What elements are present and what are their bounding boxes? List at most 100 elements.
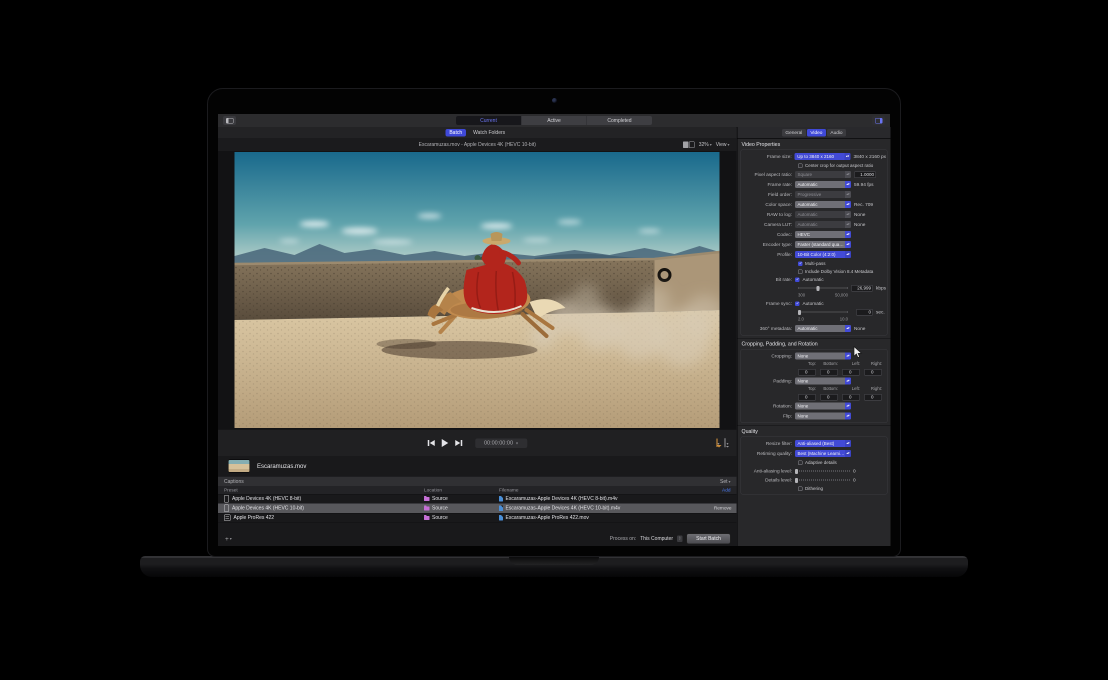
filename-value: Escaramuzas-Apple ProRes 422.mov [506, 515, 589, 521]
tab-batch[interactable]: Batch [445, 129, 466, 137]
frame-sync-field[interactable]: 0 [856, 309, 873, 316]
zoom-level-value: 32% [699, 142, 709, 148]
frame-sync-slider[interactable] [798, 312, 848, 313]
slider-thumb[interactable] [795, 478, 798, 483]
profile-row: Profile: 10-Bit Color (4:2:0)▴▾ [742, 250, 886, 260]
video-frame[interactable] [235, 152, 720, 428]
padding-value: None [798, 379, 809, 384]
camera-lut-dropdown: Automatic▴▾ [795, 221, 851, 228]
bit-rate-field[interactable]: 26,999 [851, 285, 873, 292]
details-level-row: Details level: 0 [742, 476, 886, 485]
timecode-display[interactable]: 00:00:00:00 [475, 438, 527, 448]
cropping-value: None [798, 354, 809, 359]
anti-aliasing-row: Anti-aliasing level: 0 [742, 467, 886, 476]
slider-thumb[interactable] [795, 469, 798, 474]
frame-size-row: Frame size: Up to 3840 x 2160▴▾ 3840 x 2… [742, 152, 886, 162]
bit-rate-auto-checkbox[interactable] [795, 277, 800, 282]
crop-left-field[interactable]: 0 [842, 369, 860, 376]
dolby-vision-checkbox[interactable] [798, 269, 803, 274]
preset-row-1[interactable]: Apple Devices 4K (HEVC 8-bit) Source Esc… [218, 494, 737, 504]
tab-video[interactable]: Video [807, 129, 826, 137]
tab-general[interactable]: General [782, 129, 806, 137]
view-menu-dropdown[interactable]: View [716, 142, 730, 148]
captions-menu[interactable] [724, 439, 728, 448]
codec-dropdown[interactable]: HEVC▴▾ [795, 231, 851, 238]
start-batch-button[interactable]: Start Batch [687, 533, 731, 544]
encoder-type-row: Encoder type: Faster (standard qua…▴▾ [742, 240, 886, 250]
job-row[interactable]: Escaramuzas.mov [218, 456, 737, 476]
raw-to-log-dropdown: Automatic▴▾ [795, 211, 851, 218]
cropping-dropdown[interactable]: None▴▾ [795, 353, 851, 360]
multi-pass-checkbox[interactable] [798, 261, 803, 266]
padding-dropdown[interactable]: None▴▾ [795, 378, 851, 385]
slider-thumb[interactable] [798, 310, 801, 315]
flip-value: None [798, 414, 809, 419]
tab-active[interactable]: Active [522, 116, 588, 125]
tab-completed[interactable]: Completed [587, 116, 652, 125]
captions-set-dropdown[interactable]: Set [720, 479, 731, 485]
adaptive-details-checkbox[interactable] [798, 460, 803, 465]
multi-pass-row: Multi-pass [798, 260, 886, 268]
frame-rate-value: Automatic [798, 182, 818, 187]
add-job-button[interactable]: + [225, 535, 232, 543]
crop-edge-labels: Top: Bottom: Left: Right: [798, 361, 886, 368]
compare-view-icon[interactable] [683, 141, 695, 148]
crop-right-field[interactable]: 0 [864, 369, 882, 376]
next-frame-button[interactable] [455, 440, 462, 446]
flip-label: Flip: [742, 413, 795, 419]
color-space-dropdown[interactable]: Automatic▴▾ [795, 201, 851, 208]
chevron-updown-icon: ▴▾ [845, 231, 851, 238]
dithering-checkbox[interactable] [798, 486, 803, 491]
pixel-aspect-field[interactable]: 1.0000 [854, 171, 876, 178]
pixel-aspect-value: Square [798, 172, 813, 177]
retiming-quality-label: Retiming quality: [742, 451, 795, 457]
pad-top-field[interactable]: 0 [798, 394, 816, 401]
play-button[interactable] [442, 439, 449, 447]
rotation-label: Rotation: [742, 403, 795, 409]
process-on-stepper[interactable]: ▵▿ [677, 535, 683, 542]
crop-top-field[interactable]: 0 [798, 369, 816, 376]
frame-size-label: Frame size: [742, 154, 795, 160]
anti-aliasing-slider[interactable] [795, 471, 850, 472]
bit-rate-slider[interactable] [798, 288, 848, 289]
encoder-type-dropdown[interactable]: Faster (standard qua…▴▾ [795, 241, 851, 248]
remove-link[interactable]: Remove [698, 506, 737, 512]
marker-menu[interactable] [716, 439, 719, 448]
preset-name: Apple Devices 4K (HEVC 10-bit) [232, 506, 304, 512]
zoom-level-dropdown[interactable]: 32% [699, 142, 712, 148]
tab-audio[interactable]: Audio [827, 129, 846, 137]
flip-dropdown[interactable]: None▴▾ [795, 413, 851, 420]
frame-size-dropdown[interactable]: Up to 3840 x 2160▴▾ [795, 153, 851, 160]
previous-frame-button[interactable] [428, 440, 435, 446]
tab-current[interactable]: Current [456, 116, 522, 125]
inspector-toggle-button[interactable] [872, 116, 885, 125]
slider-thumb[interactable] [817, 286, 820, 291]
left-label: Left: [842, 361, 860, 368]
retiming-quality-dropdown[interactable]: Best (Machine Learni…▴▾ [795, 450, 851, 457]
frame-rate-dropdown[interactable]: Automatic▴▾ [795, 181, 851, 188]
add-output-link[interactable]: Add [722, 487, 730, 493]
pad-left-field[interactable]: 0 [842, 394, 860, 401]
crop-bottom-field[interactable]: 0 [820, 369, 838, 376]
view-menu-label: View [716, 142, 727, 148]
tab-completed-label: Completed [607, 118, 631, 124]
meta360-value: Automatic [798, 326, 818, 331]
center-crop-checkbox[interactable] [798, 163, 803, 168]
color-space-info: Rec. 709 [854, 202, 873, 208]
bit-rate-label: Bit rate: [742, 277, 795, 283]
preset-row-3[interactable]: Apple ProRes 422 Source Escaramuzas-Appl… [218, 513, 737, 523]
resize-filter-dropdown[interactable]: Anti-aliased (Best)▴▾ [795, 440, 851, 447]
tab-watch-folders[interactable]: Watch Folders [469, 129, 509, 137]
profile-dropdown[interactable]: 10-Bit Color (4:2:0)▴▾ [795, 251, 851, 258]
file-icon [499, 496, 503, 502]
sidebar-toggle-button[interactable] [223, 116, 236, 125]
pad-right-field[interactable]: 0 [864, 394, 882, 401]
preset-row-2-selected[interactable]: Apple Devices 4K (HEVC 10-bit) Source Es… [218, 504, 737, 514]
pad-bottom-field[interactable]: 0 [820, 394, 838, 401]
frame-sync-auto-checkbox[interactable] [795, 301, 800, 306]
rotation-dropdown[interactable]: None▴▾ [795, 403, 851, 410]
frame-sync-min: 2.0 [798, 317, 804, 324]
color-space-label: Color space: [742, 202, 795, 208]
details-level-slider[interactable] [795, 480, 850, 481]
meta360-dropdown[interactable]: Automatic▴▾ [795, 325, 851, 332]
